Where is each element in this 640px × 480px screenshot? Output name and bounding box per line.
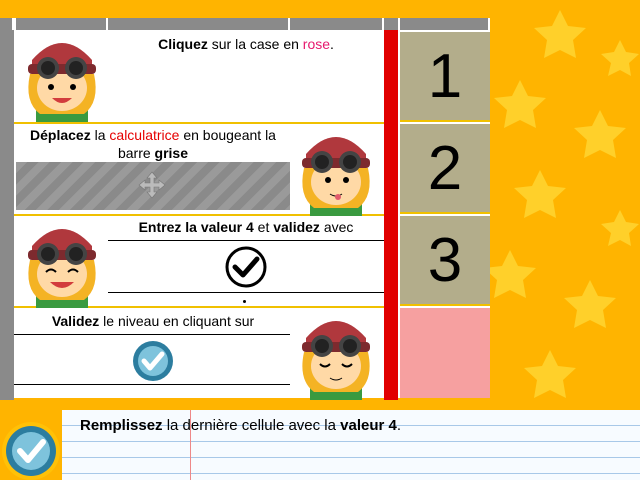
footer-instruction: Remplissez la dernière cellule avec la v… [80, 417, 402, 434]
checkmark-icon [225, 246, 267, 288]
move-icon [138, 171, 166, 199]
instruction-step-1: Cliquez sur la case en rose. [158, 36, 334, 52]
pink-target-cell[interactable] [400, 308, 490, 398]
instruction-step-3: Entrez la valeur 4 et validez avec [138, 219, 354, 235]
divider-line [108, 240, 384, 241]
cell-step-2[interactable]: 2 [400, 124, 490, 214]
cell-step-1[interactable]: 1 [400, 32, 490, 122]
cell-step-3[interactable]: 3 [400, 216, 490, 306]
character-avatar [302, 321, 370, 400]
column-header [290, 18, 384, 30]
character-avatar [28, 229, 96, 308]
column-header [384, 18, 400, 30]
column-header [16, 18, 108, 30]
row-header-strip [0, 30, 14, 400]
divider-line [108, 292, 384, 293]
column-header [0, 18, 14, 30]
dot-mark [243, 300, 246, 303]
validate-level-button[interactable] [0, 420, 62, 480]
instruction-step-4: Validez le niveau en cliquant sur [51, 313, 255, 329]
validate-check-icon [133, 341, 173, 381]
character-avatar [28, 43, 96, 122]
column-header [400, 18, 490, 30]
divider-line [14, 384, 290, 385]
red-column [384, 30, 398, 400]
instruction-step-2: Déplacez la calculatrice en bougeant la … [30, 127, 276, 161]
character-avatar [302, 137, 370, 216]
divider-line [14, 334, 290, 335]
column-header [108, 18, 290, 30]
